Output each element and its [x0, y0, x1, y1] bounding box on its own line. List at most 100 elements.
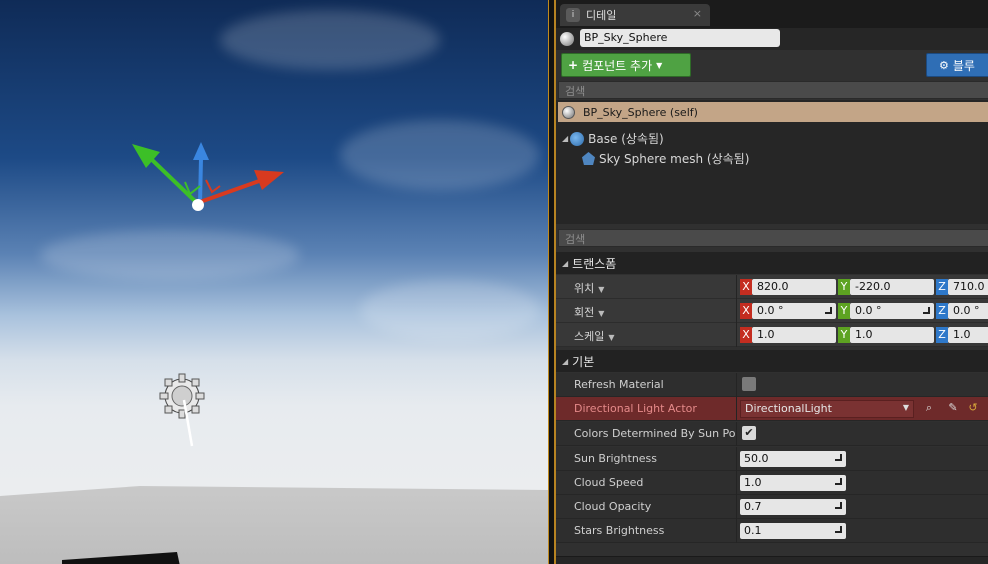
z-axis-label: Z	[936, 327, 948, 343]
floor-plane	[0, 486, 548, 564]
mesh-label: Sky Sphere mesh (상속됨)	[599, 152, 750, 166]
divider	[736, 373, 737, 397]
location-label[interactable]: 위치 ▼	[574, 280, 604, 296]
drag-handle-icon	[835, 502, 842, 509]
z-axis-label: Z	[936, 279, 948, 295]
location-x-input[interactable]: 820.0	[752, 279, 836, 295]
component-base-row[interactable]: ◢ Base (상속됨)	[562, 130, 664, 147]
drag-handle-icon	[923, 307, 930, 314]
divider	[736, 519, 737, 543]
x-axis-label: X	[740, 279, 752, 295]
x-axis-label: X	[740, 303, 752, 319]
divider	[736, 299, 737, 323]
reset-to-default-icon[interactable]: ↺	[966, 401, 980, 415]
divider	[736, 397, 737, 421]
y-axis-label: Y	[838, 303, 850, 319]
add-component-label: 컴포넌트 추가	[582, 58, 653, 73]
transform-section-header[interactable]: ◢ 트랜스폼	[556, 252, 988, 274]
next-section-header	[556, 556, 988, 564]
sun-brightness-label: Sun Brightness	[574, 452, 658, 465]
rotation-y-input[interactable]: 0.0 °	[850, 303, 934, 319]
scale-row: 스케일 ▼ X 1.0 Y 1.0 Z 1.0	[556, 323, 988, 347]
scale-z-input[interactable]: 1.0	[948, 327, 988, 343]
collapse-arrow-icon: ◢	[562, 258, 569, 268]
chevron-down-icon: ▼	[598, 309, 605, 318]
tab-details[interactable]: i 디테일 ×	[560, 4, 710, 26]
refresh-material-row: Refresh Material	[556, 373, 988, 397]
static-mesh-icon	[582, 152, 595, 165]
blueprint-label: 블루	[952, 58, 975, 73]
chevron-down-icon: ▼	[902, 403, 909, 412]
divider	[736, 447, 737, 471]
close-icon[interactable]: ×	[693, 7, 702, 20]
chevron-down-icon: ▼	[656, 60, 663, 70]
rotation-z-input[interactable]: 0.0 °	[948, 303, 988, 319]
component-search-input[interactable]: 검색	[558, 81, 988, 99]
transform-title: 트랜스폼	[572, 256, 617, 271]
sphere-icon	[562, 105, 575, 119]
rotation-label[interactable]: 회전 ▼	[574, 304, 604, 320]
refresh-material-checkbox[interactable]	[742, 377, 756, 391]
cloud-speed-label: Cloud Speed	[574, 476, 644, 489]
location-z-input[interactable]: 710.0	[948, 279, 988, 295]
rotation-x-input[interactable]: 0.0 °	[752, 303, 836, 319]
scale-x-input[interactable]: 1.0	[752, 327, 836, 343]
cloud-speed-row: Cloud Speed 1.0	[556, 471, 988, 495]
location-y-input[interactable]: -220.0	[850, 279, 934, 295]
browse-search-icon[interactable]: ⌕	[922, 401, 936, 415]
add-component-button[interactable]: + 컴포넌트 추가 ▼	[561, 53, 691, 77]
base-label: Base (상속됨)	[588, 132, 664, 146]
stars-brightness-label: Stars Brightness	[574, 524, 665, 537]
drag-handle-icon	[835, 478, 842, 485]
colors-determined-row: Colors Determined By Sun Position ✔	[556, 422, 988, 446]
directional-light-actor-row: Directional Light Actor DirectionalLight…	[556, 397, 988, 421]
divider	[736, 422, 737, 446]
drag-handle-icon	[825, 307, 832, 314]
actor-name-field[interactable]: BP_Sky_Sphere	[580, 29, 780, 47]
picker-icon[interactable]: ✎	[946, 401, 960, 415]
scale-y-input[interactable]: 1.0	[850, 327, 934, 343]
colors-determined-label: Colors Determined By Sun Position	[574, 427, 736, 440]
component-mesh-row[interactable]: Sky Sphere mesh (상속됨)	[582, 150, 749, 167]
divider	[736, 471, 737, 495]
panel-splitter[interactable]	[548, 0, 556, 564]
cloud-speed-input[interactable]: 1.0	[740, 475, 846, 491]
details-icon: i	[566, 8, 580, 22]
cloud-opacity-input[interactable]: 0.7	[740, 499, 846, 515]
y-axis-label: Y	[838, 327, 850, 343]
refresh-material-label: Refresh Material	[574, 378, 664, 391]
stars-brightness-input[interactable]: 0.1	[740, 523, 846, 539]
plus-icon: +	[568, 58, 579, 72]
sun-brightness-row: Sun Brightness 50.0	[556, 447, 988, 471]
location-row: 위치 ▼ X 820.0 Y -220.0 Z 710.0	[556, 275, 988, 299]
chevron-down-icon: ▼	[598, 285, 605, 294]
directional-light-actor-label: Directional Light Actor	[574, 402, 697, 415]
actor-name-row: BP_Sky_Sphere	[556, 28, 988, 50]
scale-label[interactable]: 스케일 ▼	[574, 328, 615, 344]
y-axis-label: Y	[838, 279, 850, 295]
divider	[736, 323, 737, 347]
expand-arrow-icon[interactable]: ◢	[562, 134, 568, 143]
sun-brightness-input[interactable]: 50.0	[740, 451, 846, 467]
drag-handle-icon	[835, 526, 842, 533]
component-tree: BP_Sky_Sphere (self) ◢ Base (상속됨) Sky Sp…	[556, 100, 988, 224]
stars-brightness-row: Stars Brightness 0.1	[556, 519, 988, 543]
basic-section-header[interactable]: ◢ 기본	[556, 350, 988, 372]
directional-light-actor-select[interactable]: DirectionalLight ▼	[740, 400, 914, 418]
component-self-row[interactable]: BP_Sky_Sphere (self)	[558, 102, 988, 122]
colors-determined-checkbox[interactable]: ✔	[742, 426, 756, 440]
x-axis-label: X	[740, 327, 752, 343]
cloud-opacity-label: Cloud Opacity	[574, 500, 652, 513]
tab-bar: i 디테일 ×	[556, 0, 988, 28]
drag-handle-icon	[835, 454, 842, 461]
details-search-input[interactable]: 검색	[558, 229, 988, 247]
blueprint-button[interactable]: ⚙ 블루	[926, 53, 988, 77]
chevron-down-icon: ▼	[608, 333, 615, 342]
tab-label: 디테일	[586, 9, 617, 22]
level-viewport[interactable]	[0, 0, 548, 564]
cloud-opacity-row: Cloud Opacity 0.7	[556, 495, 988, 519]
divider	[736, 275, 737, 299]
gear-icon: ⚙	[939, 58, 949, 72]
scene-component-icon	[570, 131, 585, 146]
sun-light-icon[interactable]	[0, 0, 548, 564]
